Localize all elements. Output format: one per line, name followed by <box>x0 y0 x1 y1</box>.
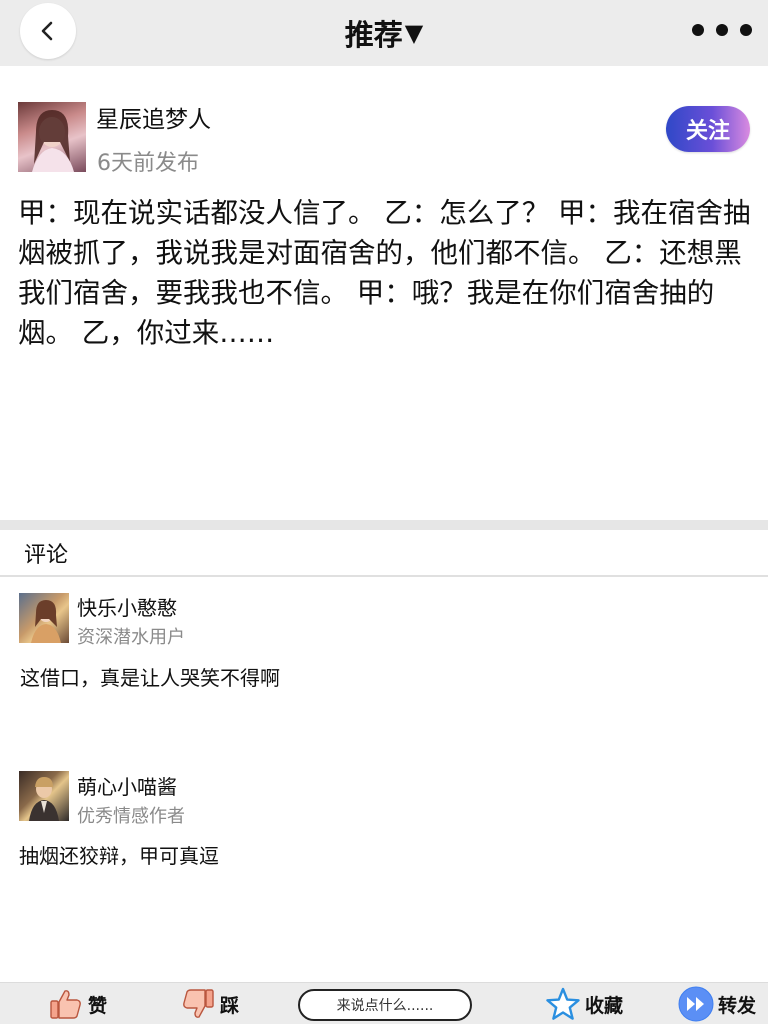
commenter-avatar[interactable] <box>19 593 69 643</box>
commenter-name[interactable]: 萌心小喵酱 <box>77 771 177 800</box>
avatar-image <box>29 777 59 821</box>
thumbs-up-icon <box>50 990 81 1019</box>
author-name[interactable]: 星辰追梦人 <box>96 100 211 134</box>
collect-label: 收藏 <box>585 994 624 1017</box>
share-button[interactable]: 转发 <box>678 983 756 1024</box>
more-icon-dot <box>740 24 752 36</box>
dislike-label: 踩 <box>220 994 240 1017</box>
more-button[interactable] <box>692 20 752 40</box>
chevron-down-icon: ▼ <box>404 19 424 47</box>
more-icon <box>692 24 704 36</box>
avatar-image <box>32 110 74 172</box>
comments-divider <box>0 575 768 577</box>
comment-text: 这借口，真是让人哭笑不得啊 <box>20 666 280 690</box>
share-label: 转发 <box>718 994 757 1017</box>
top-nav-bar: 推荐 ▼ <box>0 0 768 66</box>
commenter-name[interactable]: 快乐小憨憨 <box>77 592 177 621</box>
like-button[interactable]: 赞 <box>48 983 107 1024</box>
dislike-button[interactable]: 踩 <box>180 983 239 1024</box>
like-label: 赞 <box>88 994 108 1017</box>
star-icon <box>546 987 580 1020</box>
page-title: 推荐 <box>344 18 403 52</box>
feed-selector[interactable]: 推荐 ▼ <box>0 12 768 54</box>
avatar-image <box>31 600 61 643</box>
post-timestamp: 6天前发布 <box>97 151 199 176</box>
commenter-avatar[interactable] <box>19 771 69 821</box>
follow-button[interactable]: 关注 <box>666 106 750 152</box>
comments-heading: 评论 <box>24 543 69 568</box>
author-avatar[interactable] <box>18 102 86 172</box>
section-divider <box>0 520 768 530</box>
page: 推荐 ▼ 星辰追梦人 6天前发布 关注 甲：现在说实话都没人信了。 乙：怎么了？ … <box>0 0 768 1024</box>
share-forward-icon <box>678 986 714 1022</box>
post-content: 甲：现在说实话都没人信了。 乙：怎么了？ 甲：我在宿舍抽烟被抓了，我说我是对面宿… <box>18 197 751 349</box>
commenter-role: 资深潜水用户 <box>77 627 185 648</box>
collect-button[interactable]: 收藏 <box>545 983 623 1024</box>
commenter-role: 优秀情感作者 <box>77 806 185 827</box>
bottom-action-bar: 赞 踩 来说点什么...... 收藏 转发 <box>0 982 768 1024</box>
comment-text: 抽烟还狡辩，甲可真逗 <box>19 844 219 868</box>
more-icon-dot <box>716 24 728 36</box>
comment-input[interactable]: 来说点什么...... <box>298 989 472 1021</box>
thumbs-down-icon <box>183 989 214 1018</box>
